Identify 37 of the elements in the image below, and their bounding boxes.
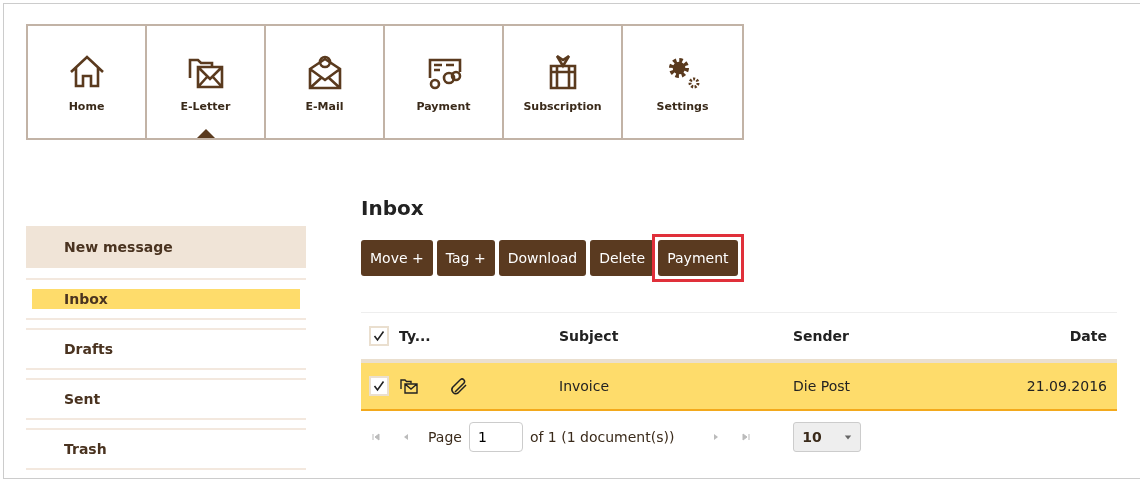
nav-tab[interactable]: Payment (385, 26, 504, 138)
page-label: Page (428, 429, 462, 445)
first-page-icon[interactable] (371, 432, 381, 442)
sidebar-item[interactable]: Sent (32, 389, 300, 409)
toolbar-button[interactable]: Delete (590, 240, 655, 276)
table-cell: 21.09.2016 (1026, 378, 1107, 394)
nav-tab[interactable]: Subscription (504, 26, 623, 138)
last-page-icon[interactable] (741, 432, 752, 442)
page-title: Inbox (361, 196, 425, 220)
checkmark-icon (373, 330, 385, 342)
toolbar-button[interactable]: Payment (658, 240, 738, 276)
checkbox[interactable] (369, 376, 389, 396)
nav-tab[interactable]: E-Letter (147, 26, 266, 138)
dropdown-caret-icon (844, 433, 853, 441)
sidebar-item[interactable]: Trash (32, 439, 300, 459)
folder-envelope-icon (399, 376, 419, 396)
toolbar-button[interactable]: Move + (361, 240, 433, 276)
page-size-dropdown[interactable]: 10 (793, 422, 862, 452)
column-header[interactable]: Subject (559, 328, 619, 344)
column-header[interactable]: Date (1069, 328, 1107, 344)
table-cell: Invoice (559, 378, 610, 394)
toolbar-button[interactable]: Download (498, 240, 587, 276)
column-header[interactable]: Ty... (399, 328, 431, 344)
new-message-button[interactable]: New message (26, 226, 306, 268)
sidebar-item[interactable]: Inbox (32, 289, 300, 309)
sidebar-item[interactable]: Drafts (32, 339, 300, 359)
page-count: of 1 (1 document(s)) (529, 429, 675, 445)
nav-tab[interactable]: Settings (623, 26, 742, 138)
column-header[interactable]: Sender (793, 328, 849, 344)
nav-tab[interactable]: Home (28, 26, 147, 138)
nav-tab[interactable]: E-Mail (266, 26, 385, 138)
toolbar-button[interactable]: Tag + (436, 240, 495, 276)
page-field[interactable]: 1 (468, 422, 523, 452)
table-row[interactable]: Invoice Die Post 21.09.2016 (361, 363, 1117, 411)
checkbox[interactable] (369, 326, 389, 346)
table-cell: Die Post (793, 378, 851, 394)
checkmark-icon (373, 380, 385, 392)
